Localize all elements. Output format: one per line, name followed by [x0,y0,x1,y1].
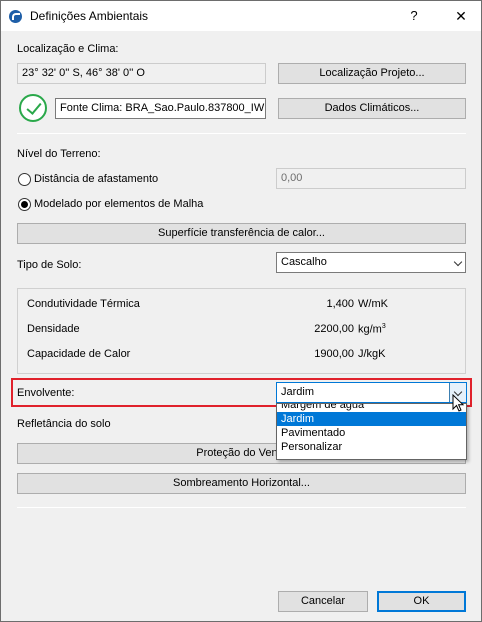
property-value: 2200,00 [314,323,354,335]
cancel-button[interactable]: Cancelar [278,591,368,612]
surroundings-value: Jardim [281,386,315,398]
dropdown-option-water[interactable]: Margem de água [277,404,466,412]
heat-transfer-surface-button[interactable]: Superfície transferência de calor... [17,223,466,244]
soil-type-select[interactable]: Cascalho [276,252,466,273]
surroundings-select[interactable]: Jardim [276,382,467,403]
separator [17,507,466,508]
property-name: Capacidade de Calor [27,348,131,360]
radio-mesh-label[interactable]: Modelado por elementos de Malha [34,198,203,210]
app-logo-icon [9,10,22,23]
radio-distance-label[interactable]: Distância de afastamento [34,173,158,185]
close-button[interactable]: ✕ [449,5,473,27]
separator [17,133,466,134]
radio-distance[interactable] [18,173,31,186]
soil-properties-panel: Condutividade Térmica 1,400 W/mK Densida… [17,288,466,374]
property-name: Densidade [27,323,80,335]
dropdown-option-paved[interactable]: Pavimentado [277,426,466,440]
property-value: 1900,00 [314,348,354,360]
soil-type-label: Tipo de Solo: [17,259,82,271]
surroundings-label: Envolvente: [17,387,75,399]
property-name: Condutividade Térmica [27,298,140,310]
dropdown-option-custom[interactable]: Personalizar [277,440,466,454]
weather-file-field[interactable]: Fonte Clima: BRA_Sao.Paulo.837800_IWE [55,98,266,119]
soil-reflectance-label: Refletância do solo [17,418,111,430]
coordinates-field: 23° 32' 0'' S, 46° 38' 0'' O [17,63,266,84]
chevron-down-icon [453,257,463,267]
project-location-button[interactable]: Localização Projeto... [278,63,466,84]
ok-button[interactable]: OK [377,591,466,612]
title-bar: Definições Ambientais ? ✕ [1,1,481,31]
property-unit: kg/m3 [358,323,386,336]
climate-data-button[interactable]: Dados Climáticos... [278,98,466,119]
soil-type-value: Cascalho [281,256,327,268]
mouse-pointer-icon [452,394,465,412]
distance-field: 0,00 [276,168,466,189]
check-circle-icon [19,94,47,122]
horizontal-shading-button[interactable]: Sombreamento Horizontal... [17,473,466,494]
property-unit: W/mK [358,298,388,310]
property-value: 1,400 [326,298,354,310]
environment-settings-dialog: Definições Ambientais ? ✕ Localização e … [0,0,482,622]
location-section-label: Localização e Clima: [17,43,119,55]
help-button[interactable]: ? [402,5,426,27]
window-title: Definições Ambientais [30,9,149,23]
dropdown-option-garden[interactable]: Jardim [277,412,466,426]
surroundings-dropdown-list: Margem de água Jardim Pavimentado Person… [276,403,467,460]
terrain-section-label: Nível do Terreno: [17,148,101,160]
radio-mesh[interactable] [18,198,31,211]
property-unit: J/kgK [358,348,386,360]
